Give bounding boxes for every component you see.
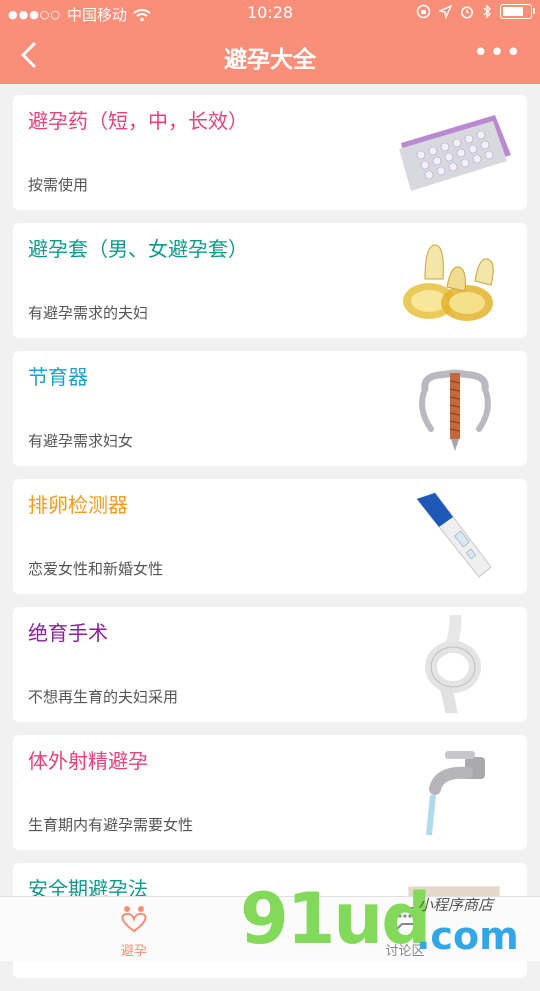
item-title: 体外射精避孕 bbox=[28, 749, 148, 773]
page-title: 避孕大全 bbox=[224, 47, 316, 73]
item-title: 排卵检测器 bbox=[28, 493, 128, 517]
more-menu-button[interactable]: ••• bbox=[473, 38, 522, 68]
item-title: 节育器 bbox=[28, 365, 88, 389]
faucet-image bbox=[426, 751, 485, 836]
location-icon bbox=[439, 4, 452, 19]
item-subtitle: 有避孕需求的夫妇 bbox=[28, 304, 149, 322]
list-item-sterilization[interactable]: 绝育手术 不想再生育的夫妇采用 bbox=[13, 607, 527, 722]
status-bar: ●●●○○ 中国移动 10:28 bbox=[0, 0, 540, 28]
chat-icon bbox=[392, 907, 418, 931]
list-item-withdrawal[interactable]: 体外射精避孕 生育期内有避孕需要女性 bbox=[13, 735, 527, 850]
condom-image bbox=[403, 244, 494, 321]
item-title: 避孕套（男、女避孕套） bbox=[28, 237, 248, 261]
item-subtitle: 生育期内有避孕需要女性 bbox=[28, 816, 194, 834]
navigation-bar: 避孕大全 ••• bbox=[0, 28, 540, 84]
list-item-pills[interactable]: 避孕药（短，中，长效） 按需使用 bbox=[13, 95, 527, 210]
item-subtitle: 恋爱女性和新婚女性 bbox=[28, 560, 164, 578]
item-title: 避孕药（短，中，长效） bbox=[28, 109, 248, 133]
alarm-icon bbox=[461, 6, 473, 18]
rotation-lock-icon bbox=[416, 4, 431, 19]
list-item-iud[interactable]: 节育器 有避孕需求妇女 bbox=[13, 351, 527, 466]
heart-people-icon bbox=[121, 906, 147, 933]
item-subtitle: 按需使用 bbox=[28, 176, 89, 194]
list-item-ovulation-test[interactable]: 排卵检测器 恋爱女性和新婚女性 bbox=[13, 479, 527, 594]
tab-contraception[interactable]: 避孕 bbox=[89, 903, 179, 959]
battery-icon bbox=[500, 4, 535, 19]
iud-image bbox=[419, 369, 491, 451]
pill-pack-image bbox=[399, 115, 511, 191]
ovulation-test-image bbox=[416, 492, 492, 578]
rope-knot-image bbox=[425, 615, 481, 713]
bottom-tab-bar: 避孕 讨论区 bbox=[0, 896, 540, 961]
bluetooth-icon bbox=[483, 4, 491, 19]
item-title: 绝育手术 bbox=[28, 621, 108, 645]
tab-label: 避孕 bbox=[120, 944, 147, 959]
list-item-condoms[interactable]: 避孕套（男、女避孕套） 有避孕需求的夫妇 bbox=[13, 223, 527, 338]
tab-discussion[interactable]: 讨论区 bbox=[360, 903, 450, 959]
item-subtitle: 不想再生育的夫妇采用 bbox=[28, 688, 179, 706]
header-bar: ●●●○○ 中国移动 10:28 避孕大全 ••• bbox=[0, 0, 540, 84]
tab-label: 讨论区 bbox=[385, 944, 425, 959]
method-list: 避孕药（短，中，长效） 按需使用 避孕套（男、女避孕套） 有避孕需求的夫妇 节育… bbox=[13, 95, 527, 991]
item-subtitle: 有避孕需求妇女 bbox=[28, 432, 134, 450]
